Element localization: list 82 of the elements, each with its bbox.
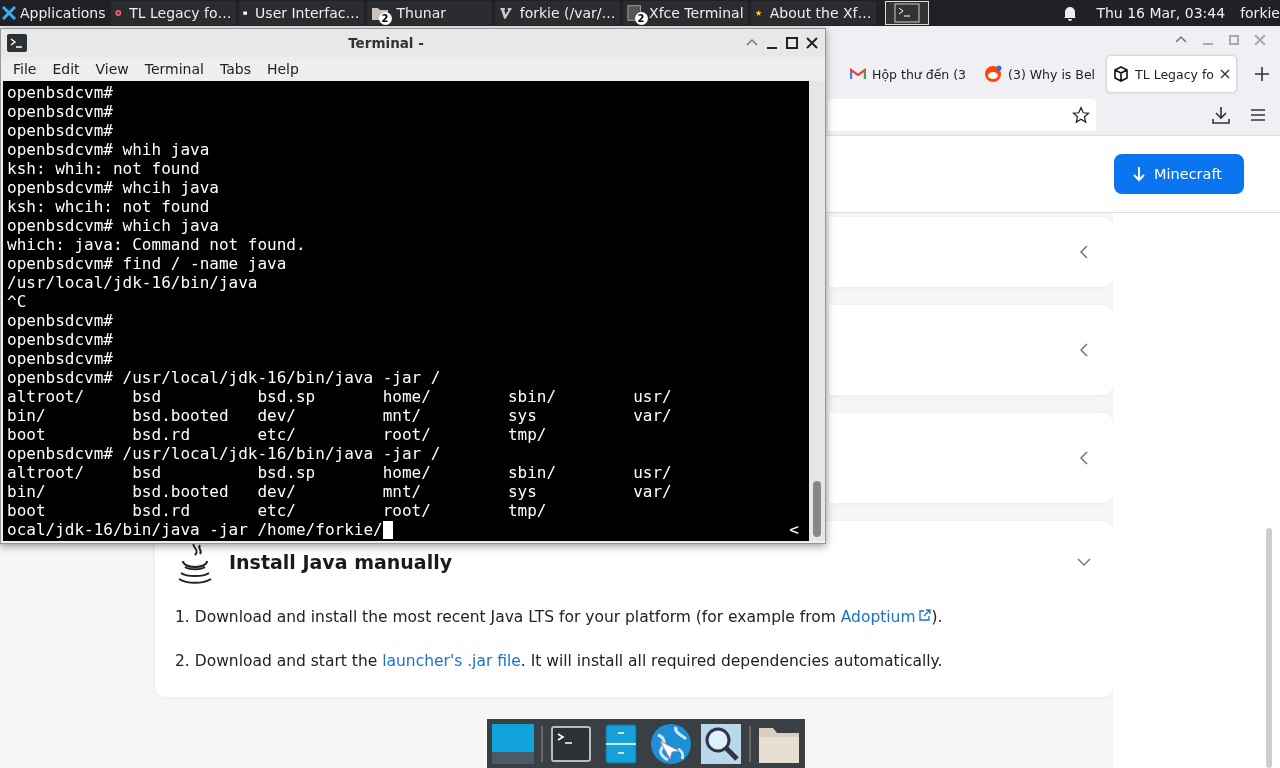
bell-icon[interactable] [1063,5,1078,21]
taskbar-button[interactable]: User Interfac… [238,1,364,25]
close-icon[interactable] [1220,69,1230,79]
terminal-line: boot bsd.rd etc/ root/ tmp/ [7,501,548,520]
desktop-icon [492,723,534,764]
menu-item[interactable]: Help [258,61,307,77]
file-cabinet-icon [605,723,637,764]
download-icon[interactable] [1212,106,1230,124]
terminal-line: openbsdcvm# [7,349,114,368]
bookmark-star-icon[interactable] [1072,106,1090,124]
chevron-left-icon[interactable] [1077,244,1091,260]
user-name[interactable]: forkie [1240,5,1280,21]
terminal-line: openbsdcvm# [7,121,114,140]
terminal-line: openbsdcvm# [7,83,114,102]
terminal-line: openbsdcvm# find / -name java [7,254,288,273]
search-icon [701,723,741,764]
workspace-button[interactable] [884,1,929,25]
mail-icon [850,68,867,80]
window-title: Terminal - [347,35,425,51]
terminal-line: ocal/jdk-16/bin/java -jar /home/forkie/ [7,520,383,539]
menu-icon[interactable] [1250,108,1266,122]
terminal-line: openbsdcvm# [7,311,114,330]
taskbar-button[interactable]: TL Legacy fo… [110,1,236,25]
maximize-icon[interactable] [785,36,799,50]
overflow-mark: < [789,520,799,539]
browser-tab[interactable]: TL Legacy fo [1107,56,1236,92]
menu-item[interactable]: View [87,61,137,77]
terminal-line: altroot/ bsd bsd.sp home/ sbin/ usr/ [7,463,673,482]
instruction-step: 2. Download and start the launcher's .jar file. It will install all required dependencies automatically. [175,643,1091,673]
terminal-line: openbsdcvm# [7,102,114,121]
terminal-line: bin/ bsd.booted dev/ mnt/ sys var/ [7,482,673,501]
menu-item[interactable]: Edit [44,61,88,77]
tab-title: TL Legacy fo [1135,66,1214,82]
globe-icon [650,722,692,765]
taskbar-button[interactable]: About the Xf… [750,1,876,25]
terminal-line: which: java: Command not found. [7,235,307,254]
scrollbar[interactable] [1266,528,1272,768]
chevron-left-icon[interactable] [1077,342,1091,358]
menu-item[interactable]: Terminal [136,61,212,77]
terminal-line: boot bsd.rd etc/ root/ tmp/ [7,425,548,444]
taskbar-button[interactable]: forkie (/var/… [494,1,620,25]
new-tab-icon[interactable] [1254,66,1270,82]
terminal-line: ksh: whcih: not found [7,197,211,216]
terminal-line: openbsdcvm# which java [7,216,220,235]
tab-title: Hộp thư đến (3 [872,66,967,82]
count-badge: 2 [378,12,392,25]
cube-icon [1113,66,1130,82]
browser-tab[interactable]: (3) Why is Bel [978,56,1102,92]
terminal-line: ^C [7,292,28,311]
menu-item[interactable]: Tabs [211,61,259,77]
terminal-line: openbsdcvm# whcih java [7,178,220,197]
dock-launcher[interactable] [649,721,693,766]
chevron-left-icon[interactable] [1077,450,1091,466]
text-cursor [382,520,393,539]
section-title: Install Java manually [229,551,454,573]
alien-icon [984,65,1003,83]
folder-icon [370,5,389,21]
taskbar-button[interactable]: 2 Thunar [366,1,492,25]
terminal-line: openbsdcvm# [7,330,114,349]
terminal-line: ksh: whih: not found [7,159,201,178]
scrollbar-thumb[interactable] [813,481,821,537]
browser-tab[interactable]: Hộp thư đến (3 [844,56,973,92]
down-arrow-icon [1132,166,1146,182]
applications-menu[interactable]: Applications [0,0,108,26]
tab-title: (3) Why is Bel [1008,66,1096,82]
clock: Thu 16 Mar, 03:44 [1096,5,1226,21]
jar-file-link[interactable]: launcher's .jar file [382,652,521,670]
menu-item[interactable]: File [5,61,45,77]
instruction-step: 1. Download and install the most recent Java LTS for your platform (for example from Adoptium ). [175,599,1091,629]
terminal-line: altroot/ bsd bsd.sp home/ sbin/ usr/ [7,387,673,406]
dock-launcher[interactable] [699,721,743,766]
close-icon[interactable] [805,36,819,50]
adoptium-link[interactable]: Adoptium [840,608,932,626]
taskbar-button[interactable]: 2 Xfce Terminal [622,1,748,25]
external-link-icon [917,608,932,622]
terminal-line: openbsdcvm# /usr/local/jdk-16/bin/java -jar / [7,368,442,387]
terminal-line: /usr/local/jdk-16/bin/java [7,273,259,292]
download-button[interactable]: Minecraft [1114,154,1244,194]
terminal-line: bin/ bsd.booted dev/ mnt/ sys var/ [7,406,673,425]
terminal-line: openbsdcvm# whih java [7,140,211,159]
terminal-line: openbsdcvm# /usr/local/jdk-16/bin/java -jar / [7,444,442,463]
cross-icon [2,6,16,20]
